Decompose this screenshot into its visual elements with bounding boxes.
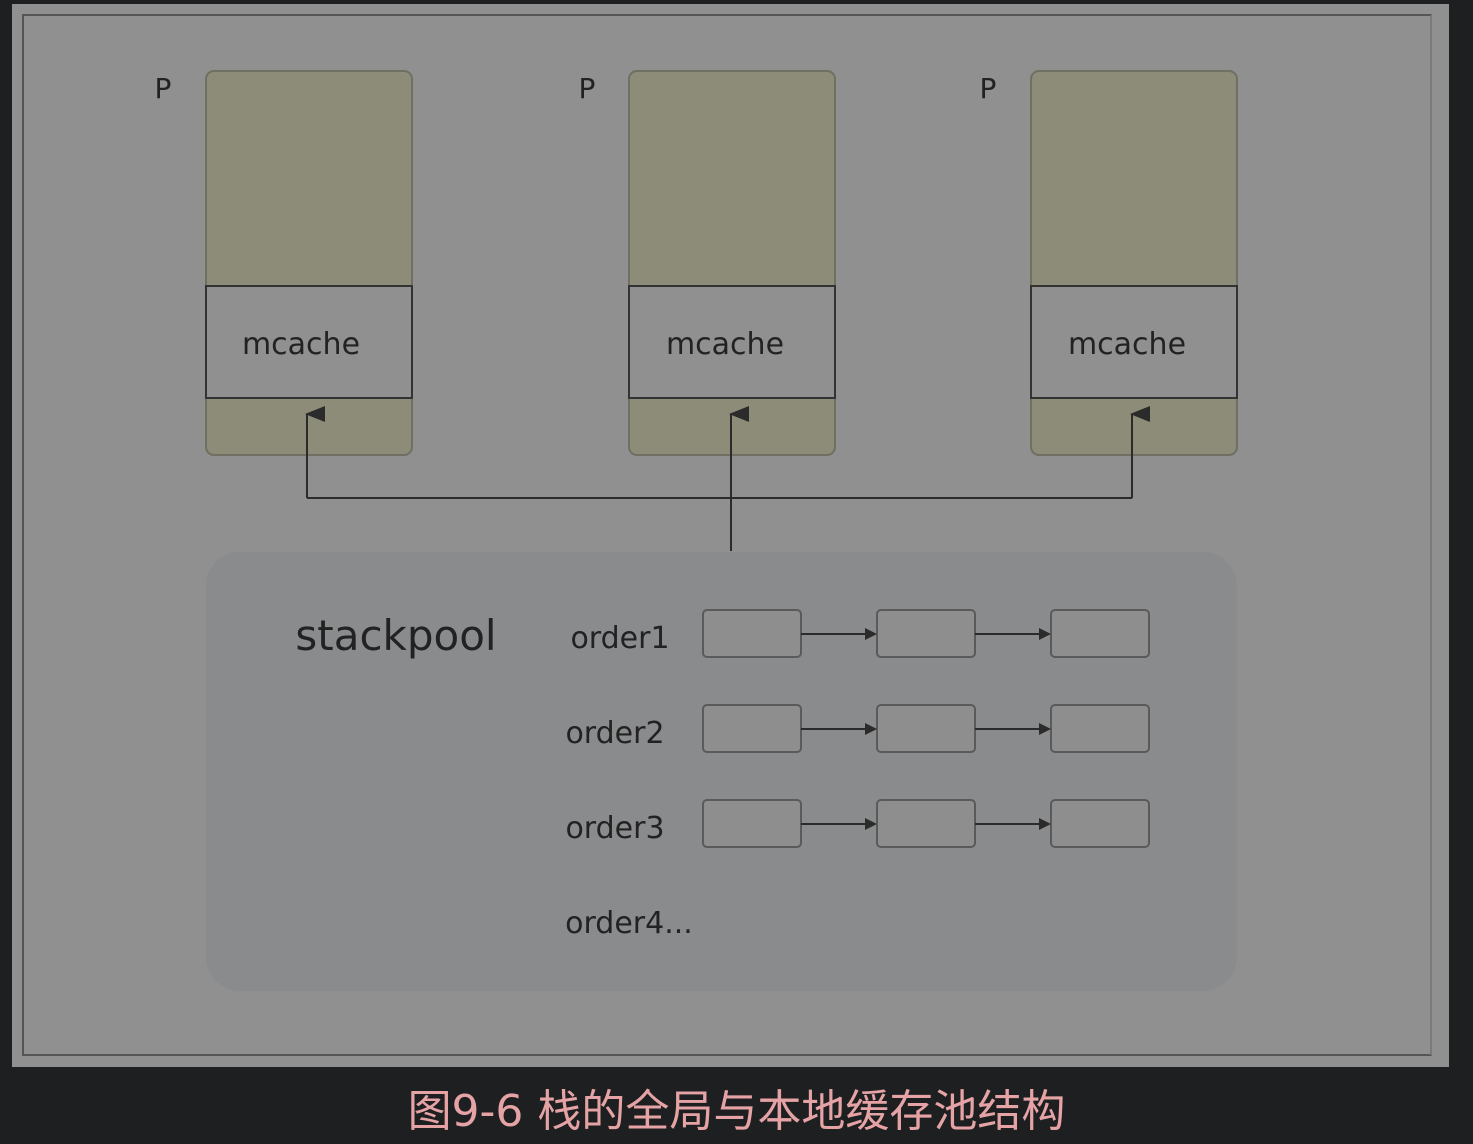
stack-node (876, 799, 976, 848)
mcache-label: mcache (1068, 327, 1186, 362)
stack-node (1050, 609, 1150, 658)
processor-3: P mcache (980, 70, 1238, 456)
stack-node (1050, 704, 1150, 753)
processor-label: P (155, 72, 172, 105)
order1-list (702, 609, 1150, 658)
stack-cache-diagram: P mcache P mcache P mcache stackpool ord… (155, 70, 1238, 991)
stack-node (876, 704, 976, 753)
stackpool: stackpool order1 order2 order3 order4... (206, 552, 1237, 991)
figure-caption: 图9-6 栈的全局与本地缓存池结构 (407, 1086, 1066, 1137)
order-label: order4... (565, 906, 693, 941)
stack-node (702, 704, 802, 753)
processor-2: P mcache (579, 70, 836, 456)
stack-node (702, 609, 802, 658)
mcache-label: mcache (666, 327, 784, 362)
processor-label: P (980, 72, 997, 105)
stack-node (1050, 799, 1150, 848)
order2-list (702, 704, 1150, 753)
order-label: order1 (570, 621, 669, 656)
order-label: order2 (565, 716, 664, 751)
stack-node (702, 799, 802, 848)
order-label: order3 (565, 811, 664, 846)
processor-label: P (579, 72, 596, 105)
processor-1: P mcache (155, 70, 413, 456)
mcache-label: mcache (242, 327, 360, 362)
order3-list (702, 799, 1150, 848)
stack-node (876, 609, 976, 658)
stackpool-title: stackpool (295, 611, 496, 660)
